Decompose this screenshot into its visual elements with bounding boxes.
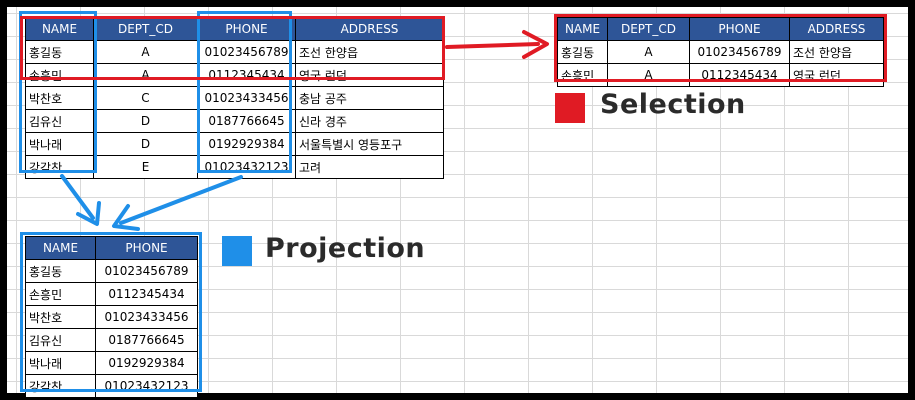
selection-legend-label: Selection — [600, 89, 746, 120]
projection-legend-label: Projection — [265, 233, 426, 264]
projection-arrow-left — [60, 174, 95, 220]
projection-legend-swatch — [222, 236, 252, 266]
arrows-layer — [60, 30, 549, 231]
projection-arrow-right — [119, 175, 243, 225]
selection-legend-swatch — [555, 93, 585, 123]
selection-arrow — [445, 42, 540, 49]
